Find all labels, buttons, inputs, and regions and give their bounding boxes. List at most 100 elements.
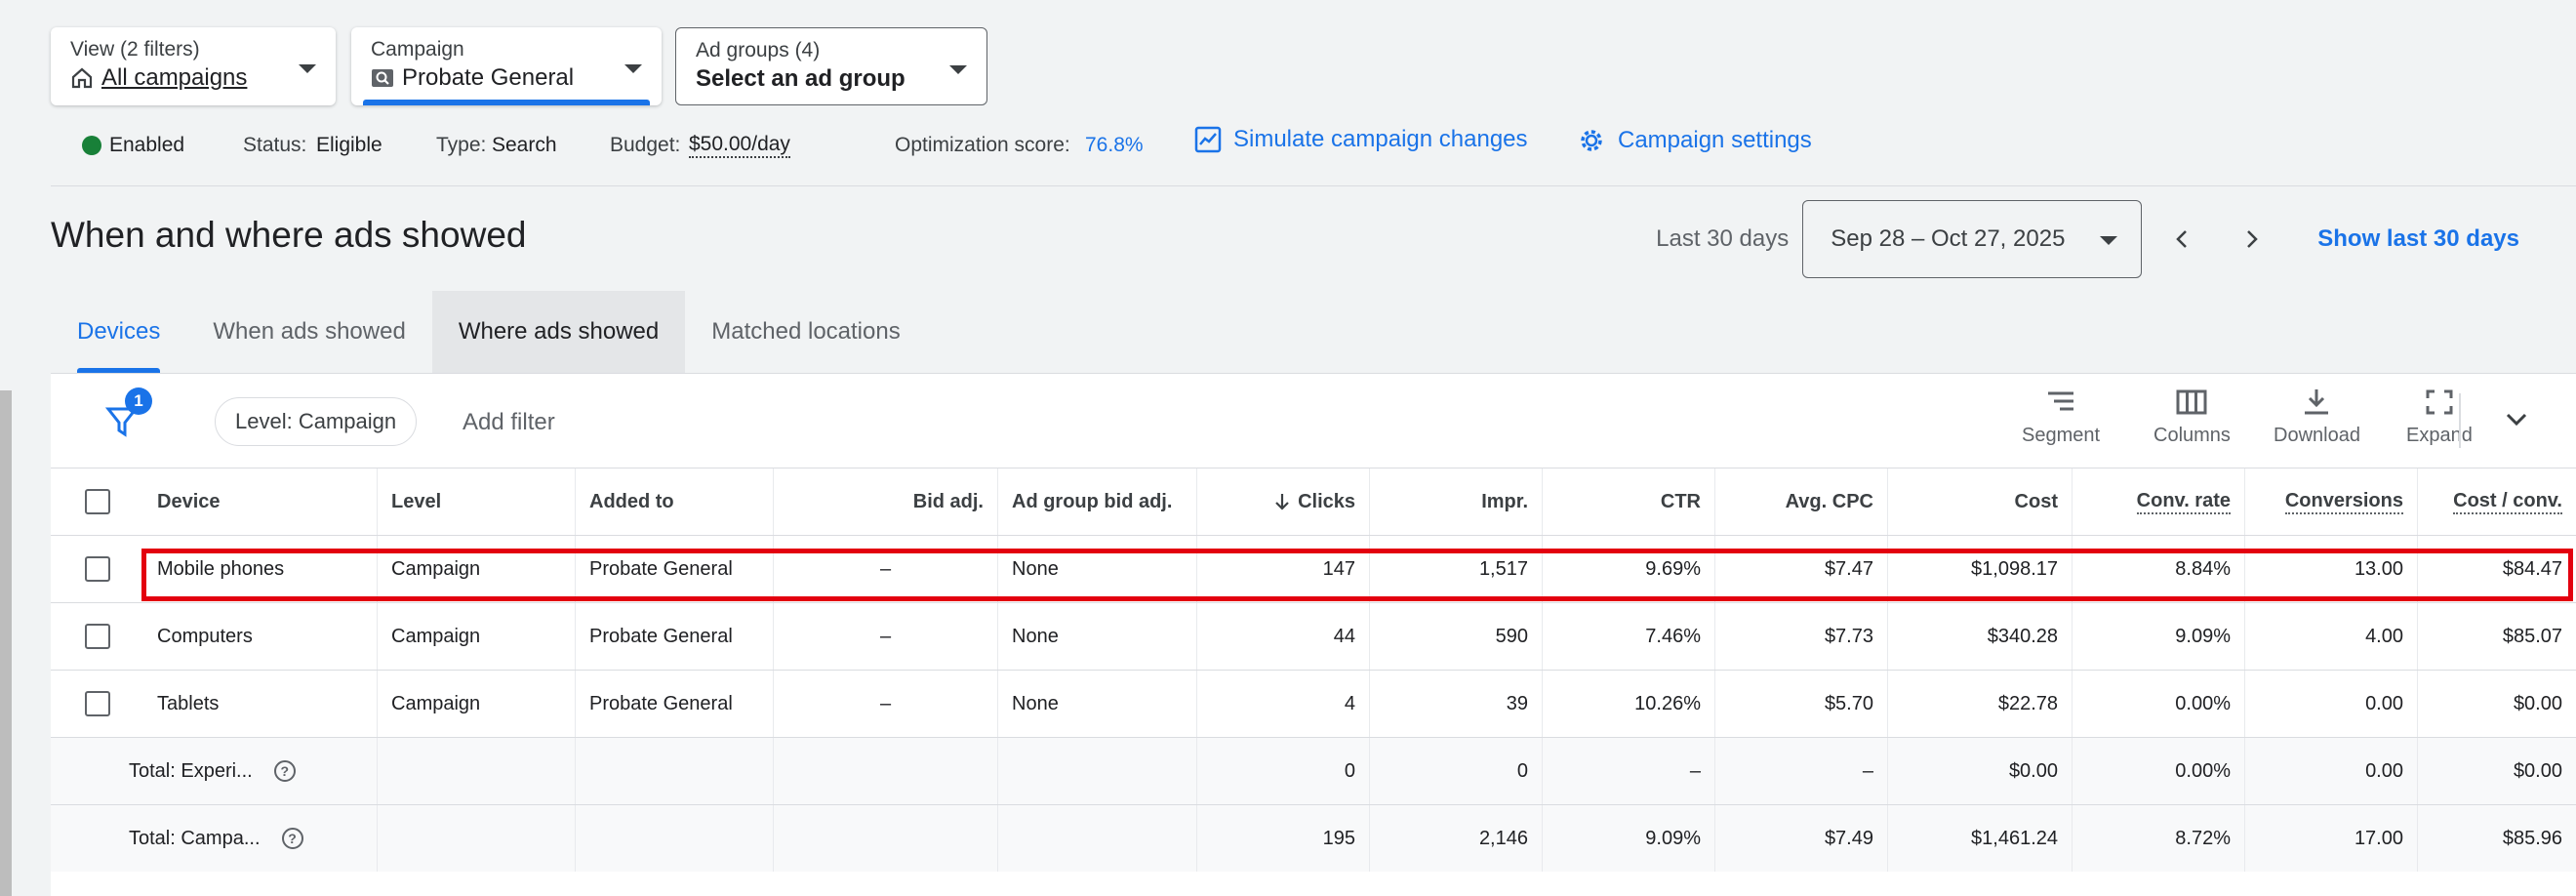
cell-bid-adj-value: – [879, 625, 892, 647]
campaign-value: Probate General [402, 64, 575, 91]
row-select-cell [51, 536, 143, 602]
header-clicks-label: Clicks [1298, 490, 1355, 512]
cell-cost-per-conv: $85.96 [2418, 805, 2576, 872]
help-icon[interactable]: ? [281, 828, 303, 849]
header-conversions[interactable]: Conversions [2245, 468, 2418, 535]
cell-conv-rate: 8.72% [2073, 805, 2245, 872]
cell-clicks-value: 147 [1322, 557, 1355, 580]
header-clicks[interactable]: Clicks [1197, 468, 1370, 535]
search-campaign-icon [372, 69, 393, 87]
cell-avg-cpc-value: $7.47 [1824, 557, 1873, 580]
tab-when-ads-showed[interactable]: When ads showed [186, 291, 431, 373]
cell-conversions: 17.00 [2245, 805, 2418, 872]
row-checkbox[interactable] [84, 624, 110, 649]
header-bid-adj[interactable]: Bid adj. [774, 468, 998, 535]
chevron-down-icon [2506, 413, 2527, 427]
budget-value[interactable]: $50.00/day [689, 133, 790, 158]
date-range-value: Sep 28 – Oct 27, 2025 [1831, 225, 2066, 252]
select-all-checkbox[interactable] [84, 489, 110, 514]
columns-label: Columns [2153, 425, 2231, 446]
header-impr[interactable]: Impr. [1370, 468, 1543, 535]
header-conv-rate-label: Conv. rate [2136, 489, 2231, 514]
cell-clicks-value: 0 [1344, 759, 1355, 782]
cell-added-to-value: Probate General [589, 625, 733, 647]
cell-impr: 1,517 [1370, 536, 1543, 602]
cell-avg-cpc-value: – [1862, 759, 1873, 782]
cell-avg-cpc: $7.49 [1715, 805, 1888, 872]
expand-button[interactable]: Expand [2406, 387, 2473, 447]
home-icon [71, 67, 93, 89]
tab-devices[interactable]: Devices [51, 291, 186, 373]
cell-ad-group-bid-adj: None [998, 536, 1197, 602]
row-checkbox[interactable] [84, 556, 110, 582]
add-filter-button[interactable]: Add filter [463, 409, 555, 436]
cell-ctr-value: 9.09% [1645, 827, 1701, 849]
cell-clicks: 44 [1197, 603, 1370, 670]
columns-icon [2176, 389, 2207, 415]
help-icon[interactable]: ? [273, 760, 296, 782]
tab-matched-locations[interactable]: Matched locations [685, 291, 926, 373]
cell-added-to [576, 738, 774, 804]
cell-avg-cpc-value: $7.49 [1824, 827, 1873, 849]
type-value: Search [492, 134, 557, 156]
cell-cost-per-conv: $84.47 [2418, 536, 2576, 602]
sort-arrow-down-icon [1275, 494, 1289, 510]
row-checkbox[interactable] [84, 691, 110, 716]
table-toolbar: 1 Level: Campaign Add filter Segment Col… [51, 374, 2576, 468]
date-range-picker[interactable]: Sep 28 – Oct 27, 2025 [1802, 200, 2143, 278]
cell-ad-group-bid-adj: None [998, 671, 1197, 737]
columns-button[interactable]: Columns [2153, 387, 2231, 447]
level-filter-chip[interactable]: Level: Campaign [215, 397, 418, 446]
campaign-label: Campaign [371, 38, 464, 61]
cell-conv-rate-value: 8.72% [2175, 827, 2231, 849]
header-conv-rate[interactable]: Conv. rate [2073, 468, 2245, 535]
cell-clicks-value: 44 [1333, 625, 1355, 647]
header-level[interactable]: Level [378, 468, 576, 535]
header-cost-per-conv[interactable]: Cost / conv. [2418, 468, 2576, 535]
campaign-selected-indicator [363, 100, 650, 105]
simulate-campaign-changes-link[interactable]: Simulate campaign changes [1194, 126, 1528, 153]
cell-bid-adj [774, 738, 998, 804]
cell-ctr: 7.46% [1543, 603, 1715, 670]
previous-period-button[interactable] [2155, 212, 2210, 266]
cell-bid-adj-value: – [879, 557, 892, 580]
left-edge-bar [0, 390, 12, 896]
cell-device: Tablets [143, 671, 378, 737]
header-ctr[interactable]: CTR [1543, 468, 1715, 535]
header-added-to[interactable]: Added to [576, 468, 774, 535]
cell-impr-value: 0 [1516, 759, 1528, 782]
tab-where-ads-showed[interactable]: Where ads showed [431, 291, 686, 373]
budget-label: Budget: [610, 134, 681, 156]
cell-cost: $1,461.24 [1888, 805, 2073, 872]
cell-cost-value: $340.28 [1987, 625, 2058, 647]
header-ad-group-bid-adj[interactable]: Ad group bid adj. [998, 468, 1197, 535]
select-all-cell [51, 468, 143, 535]
table-row: Mobile phones Campaign Probate General – Non… [51, 535, 2576, 602]
cell-cost-per-conv-value: $85.96 [2502, 827, 2562, 849]
cell-cost-per-conv: $0.00 [2418, 738, 2576, 804]
cell-cost: $340.28 [1888, 603, 2073, 670]
optimization-score[interactable]: 76.8% [1085, 134, 1144, 157]
ad-groups-dropdown[interactable]: Ad groups (4) Select an ad group [675, 27, 987, 105]
collapse-table-button[interactable] [2500, 403, 2533, 441]
header-avg-cpc[interactable]: Avg. CPC [1715, 468, 1888, 535]
cell-avg-cpc: $5.70 [1715, 671, 1888, 737]
cell-ctr-value: 9.69% [1645, 557, 1701, 580]
cell-conversions-value: 13.00 [2354, 557, 2403, 580]
header-device[interactable]: Device [143, 468, 378, 535]
campaign-value-row: Probate General [371, 62, 642, 94]
header-cost[interactable]: Cost [1888, 468, 2073, 535]
date-range-controls: Last 30 days Sep 28 – Oct 27, 2025 Show … [1656, 200, 2519, 278]
ad-groups-value: Select an ad group [696, 65, 906, 92]
cell-bid-adj: – [774, 536, 998, 602]
show-last-30-days-link[interactable]: Show last 30 days [2317, 225, 2519, 253]
cell-ctr-value: – [1689, 759, 1701, 782]
download-button[interactable]: Download [2274, 387, 2360, 447]
cell-conversions: 0.00 [2245, 671, 2418, 737]
campaign-settings-link[interactable]: Campaign settings [1577, 126, 1812, 155]
segment-button[interactable]: Segment [2022, 387, 2100, 447]
next-period-button[interactable] [2224, 212, 2278, 266]
view-filter-dropdown[interactable]: View (2 filters) All campaigns [51, 27, 336, 105]
cell-ctr: 10.26% [1543, 671, 1715, 737]
campaign-dropdown[interactable]: Campaign Probate General [351, 27, 662, 105]
